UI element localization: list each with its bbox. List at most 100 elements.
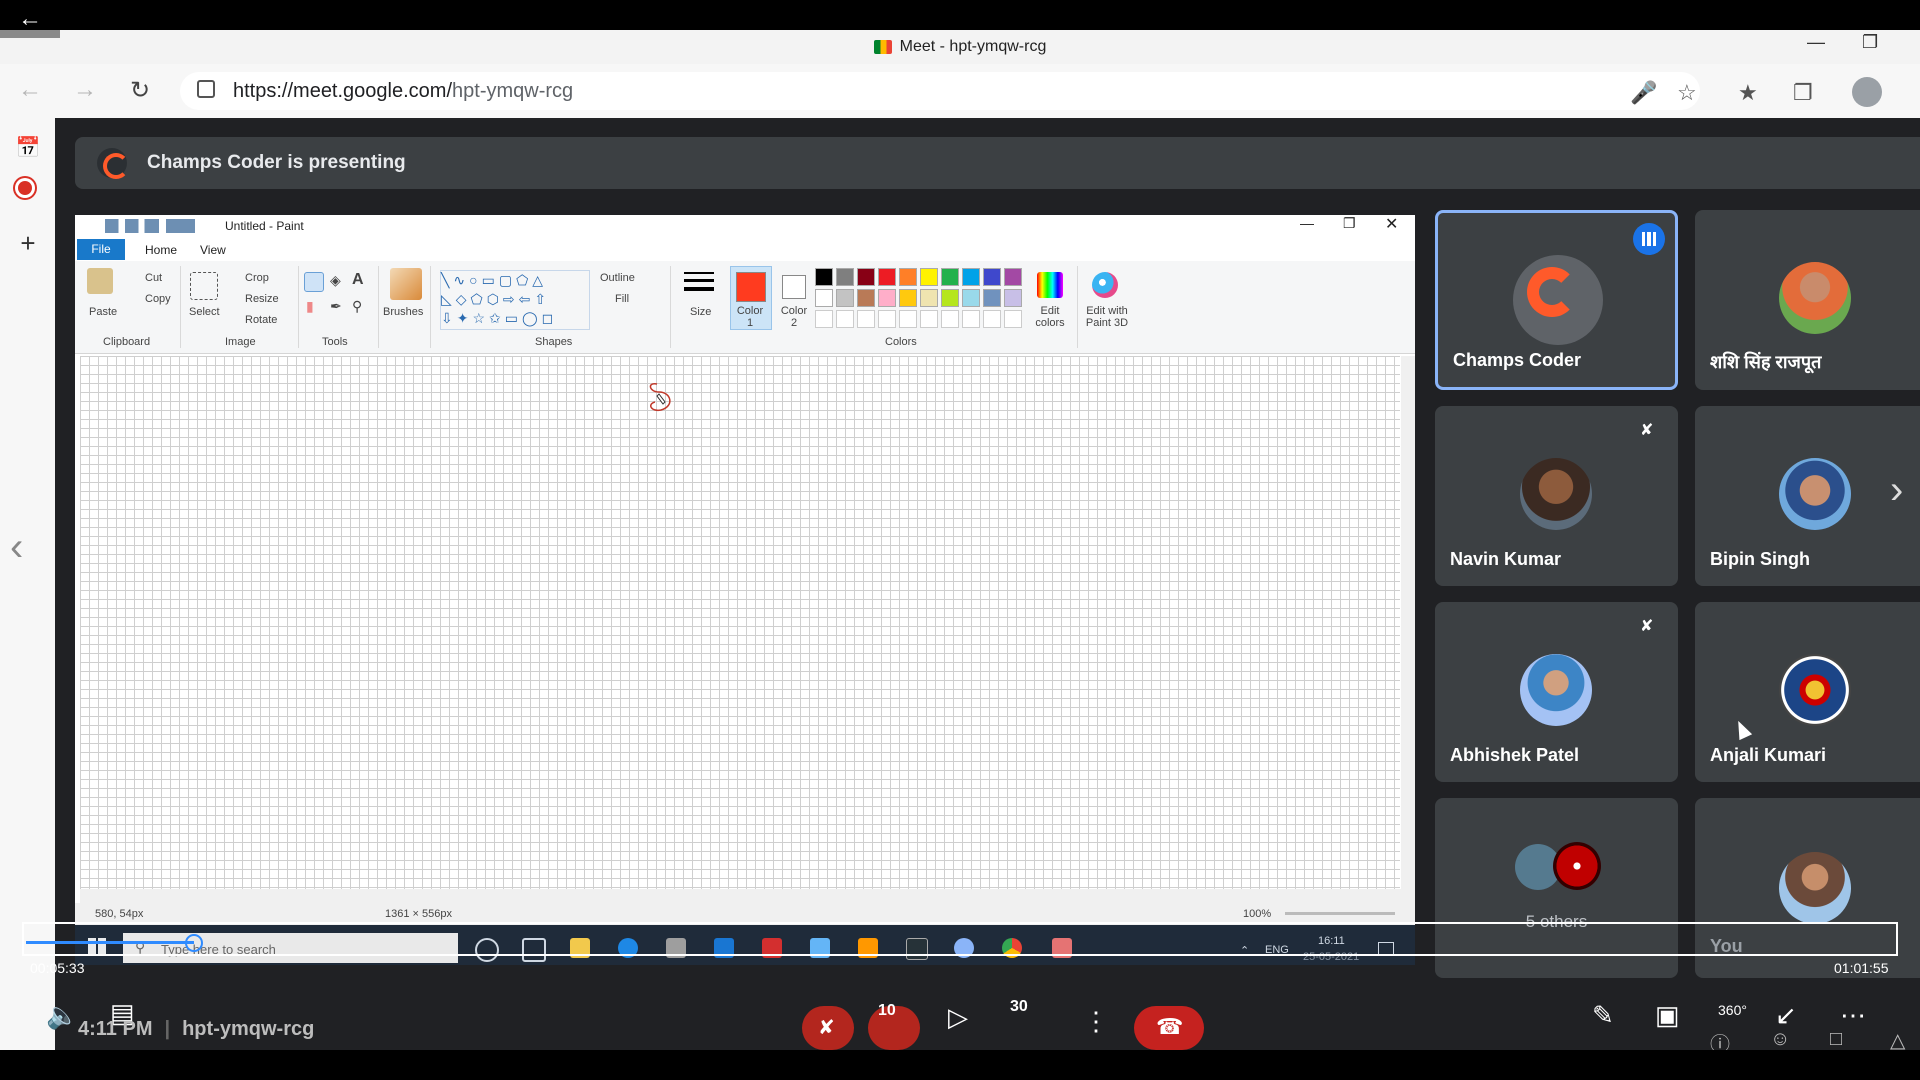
resize-button[interactable]: Resize [245,293,279,305]
palette-swatch[interactable] [983,289,1001,307]
custom-color-slot[interactable] [983,310,1001,328]
record-icon[interactable] [18,181,32,195]
fill-button[interactable]: Fill [615,293,629,305]
paint-horizontal-scrollbar[interactable] [80,889,1415,903]
back-icon[interactable]: ← [18,76,42,104]
forward-icon[interactable]: 30 [1010,998,1028,1016]
palette-swatch[interactable] [983,268,1001,286]
rotate-button[interactable]: Rotate [245,314,277,326]
tab-view[interactable]: View [200,243,226,257]
custom-color-slot[interactable] [941,310,959,328]
magnifier-icon[interactable]: ⚲ [352,298,362,315]
rewind-icon[interactable]: 10 [878,1002,896,1020]
palette-swatch[interactable] [1004,268,1022,286]
url-text[interactable]: https://meet.google.com/hpt-ymqw-rcg [233,80,573,103]
back-arrow-icon[interactable]: ← [18,7,42,31]
palette-swatch[interactable] [941,268,959,286]
collections-icon[interactable]: ❐ [1793,80,1813,106]
outline-button[interactable]: Outline [600,272,635,284]
palette-swatch[interactable] [920,289,938,307]
color-palette[interactable] [815,268,1030,330]
custom-color-slot[interactable] [962,310,980,328]
edit-icon[interactable]: ✎ [1592,1000,1614,1031]
paint-restore-icon[interactable]: ❐ [1343,215,1356,232]
palette-swatch[interactable] [815,268,833,286]
paste-icon[interactable] [87,268,113,294]
shapes-gallery[interactable]: ╲∿○▭▢⬠△ ◺◇⬠⬡⇨⇦⇧ ⇩✦☆✩▭◯◻ [440,270,590,330]
palette-swatch[interactable] [899,268,917,286]
custom-color-slot[interactable] [857,310,875,328]
quick-access-icons[interactable] [105,219,195,233]
seek-bar[interactable] [22,922,1898,956]
edit-paint3d-button[interactable]: Edit with Paint 3D [1082,305,1132,329]
custom-color-slot[interactable] [836,310,854,328]
brushes-icon[interactable] [390,268,422,300]
fill-icon[interactable]: ◈ [330,272,341,289]
chat-icon[interactable]: □ [1830,1028,1842,1051]
more-horizontal-icon[interactable]: ⋯ [1840,1000,1866,1031]
play-icon[interactable]: ▷ [948,1002,968,1033]
palette-swatch[interactable] [815,289,833,307]
palette-swatch[interactable] [1004,289,1022,307]
paste-button[interactable]: Paste [89,306,117,318]
palette-swatch[interactable] [836,268,854,286]
participant-tile[interactable]: ✘ शशि सिंह राजपूत [1695,210,1920,390]
edit-colors-button[interactable]: Edit colors [1028,305,1072,329]
paint3d-icon[interactable] [1092,272,1118,298]
cut-button[interactable]: Cut [145,272,162,284]
select-icon[interactable] [190,272,218,300]
palette-swatch[interactable] [878,268,896,286]
paint-close-icon[interactable]: ✕ [1385,214,1398,234]
palette-swatch[interactable] [899,289,917,307]
paint-minimize-icon[interactable]: — [1300,215,1314,231]
paint-vertical-scrollbar[interactable] [1401,356,1415,889]
edit-colors-icon[interactable] [1037,272,1063,298]
more-options-icon[interactable]: ⋮ [1083,1006,1109,1037]
forward-icon[interactable]: → [73,76,97,104]
lock-icon[interactable] [197,80,215,98]
palette-swatch[interactable] [878,289,896,307]
eraser-icon[interactable]: ▮ [306,298,314,315]
palette-swatch[interactable] [962,289,980,307]
custom-color-slot[interactable] [899,310,917,328]
select-button[interactable]: Select [189,306,220,318]
color1-swatch[interactable] [736,272,766,302]
custom-color-slot[interactable] [878,310,896,328]
palette-swatch[interactable] [962,268,980,286]
vr-360-icon[interactable]: 360° [1718,1002,1747,1018]
volume-icon[interactable]: 🔈 [46,1000,78,1031]
minimize-video-icon[interactable]: ↙ [1775,1000,1797,1031]
favorites-icon[interactable]: ★ [1738,80,1758,106]
mic-toggle-button[interactable]: ✘ [802,1006,854,1050]
size-icon[interactable] [684,272,714,296]
palette-swatch[interactable] [836,289,854,307]
add-favorite-icon[interactable]: ☆ [1677,80,1697,106]
palette-swatch[interactable] [857,268,875,286]
people-icon[interactable]: ☺ [1770,1028,1790,1051]
seek-thumb[interactable] [185,934,203,952]
refresh-icon[interactable]: ↻ [130,76,150,105]
text-icon[interactable]: A [352,271,364,289]
custom-color-slot[interactable] [1004,310,1022,328]
participant-tile[interactable]: ✘ Navin Kumar [1435,406,1678,586]
profile-avatar[interactable] [1852,77,1882,107]
custom-color-slot[interactable] [815,310,833,328]
participant-tile[interactable]: Champs Coder [1435,210,1678,390]
minimize-icon[interactable]: — [1807,32,1825,53]
tab-file[interactable]: File [77,239,125,260]
copy-button[interactable]: Copy [145,293,171,305]
participant-tile[interactable]: ✘ Anjali Kumari [1695,602,1920,782]
palette-swatch[interactable] [857,289,875,307]
leave-call-button[interactable]: ☎ [1134,1006,1204,1050]
color-picker-icon[interactable]: ✒ [330,298,342,315]
next-page-icon[interactable]: › [1890,468,1903,513]
calendar-icon[interactable]: 📅 [14,135,42,163]
restore-icon[interactable]: ❐ [1862,32,1878,53]
participant-tile[interactable]: ✘ Bipin Singh › [1695,406,1920,586]
custom-color-slot[interactable] [920,310,938,328]
palette-swatch[interactable] [941,289,959,307]
zoom-slider[interactable] [1285,912,1395,915]
color2-swatch[interactable] [782,275,806,299]
participant-tile[interactable]: ✘ Abhishek Patel [1435,602,1678,782]
pencil-icon[interactable] [304,272,324,292]
